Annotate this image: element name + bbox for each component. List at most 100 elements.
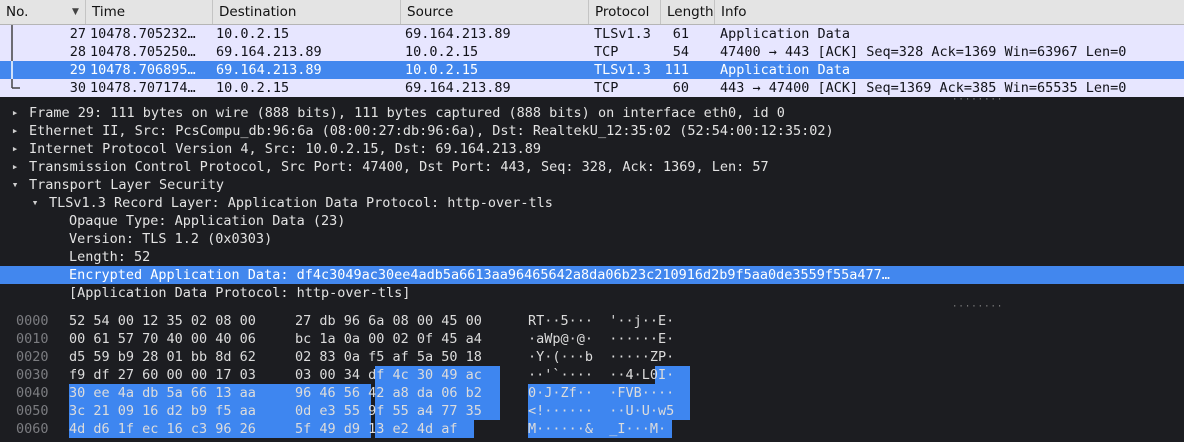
packet-src-cell: 69.164.213.89: [405, 80, 511, 96]
column-header-time[interactable]: Time: [86, 0, 213, 24]
packet-dst-cell: 69.164.213.89: [216, 62, 322, 78]
detail-text: Version: TLS 1.2 (0x0303): [69, 231, 273, 247]
packet-details-tree[interactable]: ▸ Frame 29: 111 bytes on wire (888 bits),…: [0, 104, 1184, 304]
packet-len-cell: 61: [672, 26, 689, 42]
packet-time-cell: 10478.707174…: [90, 80, 196, 96]
packet-info-cell: 47400 → 443 [ACK] Seq=328 Ack=1369 Win=6…: [720, 44, 1127, 60]
detail-row[interactable]: ▸ Transmission Control Protocol, Src Port…: [0, 158, 1184, 176]
hex-bytes-2[interactable]: 03 00 34 df 4c 30 49 ac: [295, 366, 482, 384]
pane-splitter-bottom[interactable]: ········: [0, 302, 1184, 312]
column-header-length[interactable]: Length: [661, 0, 715, 24]
bytes-row: 0010 00 61 57 70 40 00 40 06 bc 1a 0a 00 0…: [0, 330, 1184, 348]
detail-text: Transmission Control Protocol, Src Port:…: [29, 159, 769, 175]
packet-info-cell: Application Data: [720, 62, 851, 78]
ascii-bytes[interactable]: <!······ ··U·U·w5: [528, 402, 674, 420]
packet-dst-cell: 10.0.2.15: [216, 80, 290, 96]
detail-row[interactable]: Opaque Type: Application Data (23): [0, 212, 1184, 230]
hex-bytes-2[interactable]: bc 1a 0a 00 02 0f 45 a4: [295, 330, 482, 348]
hex-bytes-2[interactable]: 96 46 56 42 a8 da 06 b2: [295, 384, 482, 402]
column-header-no[interactable]: No. ▼: [0, 0, 86, 24]
detail-text: TLSv1.3 Record Layer: Application Data P…: [49, 195, 553, 211]
detail-row[interactable]: ▾ TLSv1.3 Record Layer: Application Data …: [0, 194, 1184, 212]
hex-bytes-1[interactable]: f9 df 27 60 00 00 17 03: [69, 366, 256, 384]
packet-list-header: No. ▼ Time Destination Source Protocol Le…: [0, 0, 1184, 25]
packet-row[interactable]: 30 10478.707174… 10.0.2.15 69.164.213.89 TCP…: [0, 79, 1184, 97]
packet-row[interactable]: 27 10478.705232… 10.0.2.15 69.164.213.89 TLS…: [0, 25, 1184, 43]
hex-bytes-2[interactable]: 5f 49 d9 13 e2 4d af: [295, 420, 458, 438]
hex-bytes-1[interactable]: d5 59 b9 28 01 bb 8d 62: [69, 348, 256, 366]
detail-row[interactable]: ▾ Transport Layer Security: [0, 176, 1184, 194]
bytes-row: 0020 d5 59 b9 28 01 bb 8d 62 02 83 0a f5 a…: [0, 348, 1184, 366]
pane-splitter-top[interactable]: ········: [0, 95, 1184, 105]
packet-info-cell: 443 → 47400 [ACK] Seq=1369 Ack=385 Win=6…: [720, 80, 1127, 96]
column-header-protocol[interactable]: Protocol: [589, 0, 661, 24]
expand-right-icon[interactable]: ▸: [8, 140, 22, 158]
hex-bytes-1[interactable]: 4d d6 1f ec 16 c3 96 26: [69, 420, 256, 438]
packet-proto-cell: TCP: [594, 44, 619, 60]
packet-time-cell: 10478.705250…: [90, 44, 196, 60]
packet-time-cell: 10478.706895…: [90, 62, 196, 78]
packet-list[interactable]: No. ▼ Time Destination Source Protocol Le…: [0, 0, 1184, 97]
ascii-bytes[interactable]: 0·J·Zf·· ·FVB····: [528, 384, 674, 402]
column-header-source[interactable]: Source: [401, 0, 589, 24]
hex-bytes-2[interactable]: 02 83 0a f5 af 5a 50 18: [295, 348, 482, 366]
detail-text: Internet Protocol Version 4, Src: 10.0.2…: [29, 141, 542, 157]
detail-row[interactable]: Version: TLS 1.2 (0x0303): [0, 230, 1184, 248]
splitter-grip-icon: ········: [952, 302, 1004, 312]
expand-down-icon[interactable]: ▾: [8, 176, 22, 194]
detail-text: Transport Layer Security: [29, 177, 225, 193]
hex-bytes-1[interactable]: 00 61 57 70 40 00 40 06: [69, 330, 256, 348]
bytes-row: 0000 52 54 00 12 35 02 08 00 27 db 96 6a 0…: [0, 312, 1184, 330]
detail-row[interactable]: Length: 52: [0, 248, 1184, 266]
detail-text: Opaque Type: Application Data (23): [69, 213, 346, 229]
expand-right-icon[interactable]: ▸: [8, 122, 22, 140]
byte-offset: 0010: [16, 331, 49, 347]
detail-row[interactable]: ▸ Ethernet II, Src: PcsCompu_db:96:6a (08…: [0, 122, 1184, 140]
detail-text: [Application Data Protocol: http-over-tl…: [69, 285, 411, 301]
hex-bytes-2[interactable]: 0d e3 55 9f 55 a4 77 35: [295, 402, 482, 420]
byte-offset: 0000: [16, 313, 49, 329]
splitter-grip-icon: ········: [952, 95, 1004, 105]
packet-dst-cell: 10.0.2.15: [216, 26, 290, 42]
packet-src-cell: 69.164.213.89: [405, 26, 511, 42]
packet-relation-marker: [0, 43, 26, 61]
packet-no-cell: 30: [69, 80, 86, 96]
ascii-bytes[interactable]: M······& _I···M·: [528, 420, 666, 438]
expand-down-icon[interactable]: ▾: [28, 194, 42, 212]
ascii-bytes[interactable]: ·aWp@·@· ······E·: [528, 330, 674, 348]
detail-row[interactable]: ▸ Frame 29: 111 bytes on wire (888 bits),…: [0, 104, 1184, 122]
packet-time-cell: 10478.705232…: [90, 26, 196, 42]
column-header-info[interactable]: Info: [715, 0, 1184, 24]
packet-proto-cell: TCP: [594, 80, 619, 96]
ascii-bytes[interactable]: ··'`···· ··4·L0I·: [528, 366, 674, 384]
ascii-bytes[interactable]: RT··5··· '··j··E·: [528, 312, 674, 330]
sort-desc-icon: ▼: [72, 7, 79, 17]
byte-offset: 0050: [16, 403, 49, 419]
expand-right-icon[interactable]: ▸: [8, 158, 22, 176]
ascii-bytes[interactable]: ·Y·(···b ·····ZP·: [528, 348, 674, 366]
detail-text: Length: 52: [69, 249, 151, 265]
packet-row[interactable]: 28 10478.705250… 69.164.213.89 10.0.2.15 TCP…: [0, 43, 1184, 61]
column-header-destination[interactable]: Destination: [213, 0, 401, 24]
bytes-row: 0030 f9 df 27 60 00 00 17 03 03 00 34 df 4…: [0, 366, 1184, 384]
detail-text: Frame 29: 111 bytes on wire (888 bits), …: [29, 105, 785, 121]
packet-row[interactable]: 29 10478.706895… 69.164.213.89 10.0.2.15 TLS…: [0, 61, 1184, 79]
packet-len-cell: 60: [672, 80, 689, 96]
hex-bytes-1[interactable]: 52 54 00 12 35 02 08 00: [69, 312, 256, 330]
packet-relation-marker: [0, 79, 26, 97]
detail-row[interactable]: [Application Data Protocol: http-over-tl…: [0, 284, 1184, 302]
byte-offset: 0060: [16, 421, 49, 437]
packet-no-cell: 28: [69, 44, 86, 60]
expand-right-icon[interactable]: ▸: [8, 104, 22, 122]
bytes-row: 0060 4d d6 1f ec 16 c3 96 26 5f 49 d9 13 e…: [0, 420, 1184, 438]
packet-bytes-pane[interactable]: 0000 52 54 00 12 35 02 08 00 27 db 96 6a 0…: [0, 312, 1184, 442]
byte-offset: 0020: [16, 349, 49, 365]
hex-bytes-1[interactable]: 3c 21 09 16 d2 b9 f5 aa: [69, 402, 256, 420]
hex-bytes-2[interactable]: 27 db 96 6a 08 00 45 00: [295, 312, 482, 330]
detail-text: Ethernet II, Src: PcsCompu_db:96:6a (08:…: [29, 123, 834, 139]
detail-text: Encrypted Application Data: df4c3049ac30…: [69, 267, 890, 283]
detail-row[interactable]: ▸ Internet Protocol Version 4, Src: 10.0.…: [0, 140, 1184, 158]
hex-bytes-1[interactable]: 30 ee 4a db 5a 66 13 aa: [69, 384, 256, 402]
packet-info-cell: Application Data: [720, 26, 851, 42]
detail-row[interactable]: Encrypted Application Data: df4c3049ac30…: [0, 266, 1184, 284]
